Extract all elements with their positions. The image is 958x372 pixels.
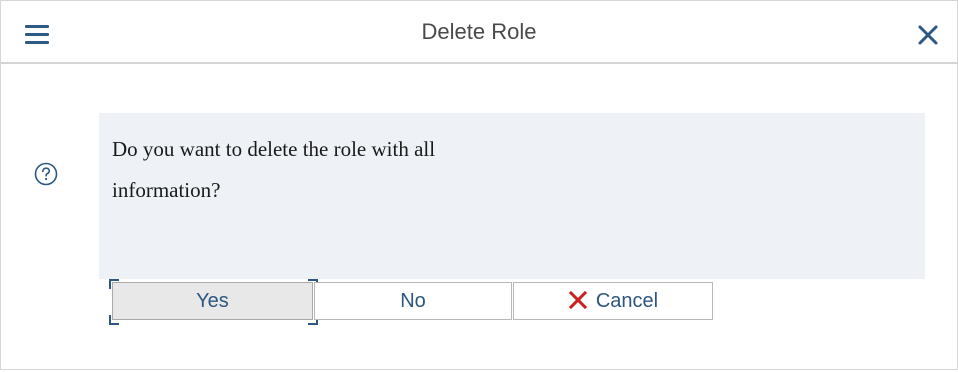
focus-indicator-corner	[109, 279, 119, 289]
red-x-icon	[568, 290, 587, 309]
close-icon	[918, 25, 938, 45]
question-circle-icon	[34, 162, 58, 186]
no-button[interactable]: No	[314, 282, 512, 320]
dialog-title: Delete Role	[421, 19, 537, 44]
message-panel: Do you want to delete the role with all …	[99, 113, 925, 279]
cancel-button[interactable]: Cancel	[513, 282, 713, 320]
dialog-title-bar: Delete Role	[1, 1, 957, 64]
focus-indicator-corner	[109, 315, 119, 325]
delete-role-dialog: Delete Role Do you want to delete the ro…	[0, 0, 958, 370]
close-button[interactable]	[911, 18, 943, 50]
cancel-button-label: Cancel	[595, 290, 659, 312]
dialog-message: Do you want to delete the role with all …	[112, 137, 436, 202]
yes-button[interactable]: Yes	[112, 282, 313, 320]
